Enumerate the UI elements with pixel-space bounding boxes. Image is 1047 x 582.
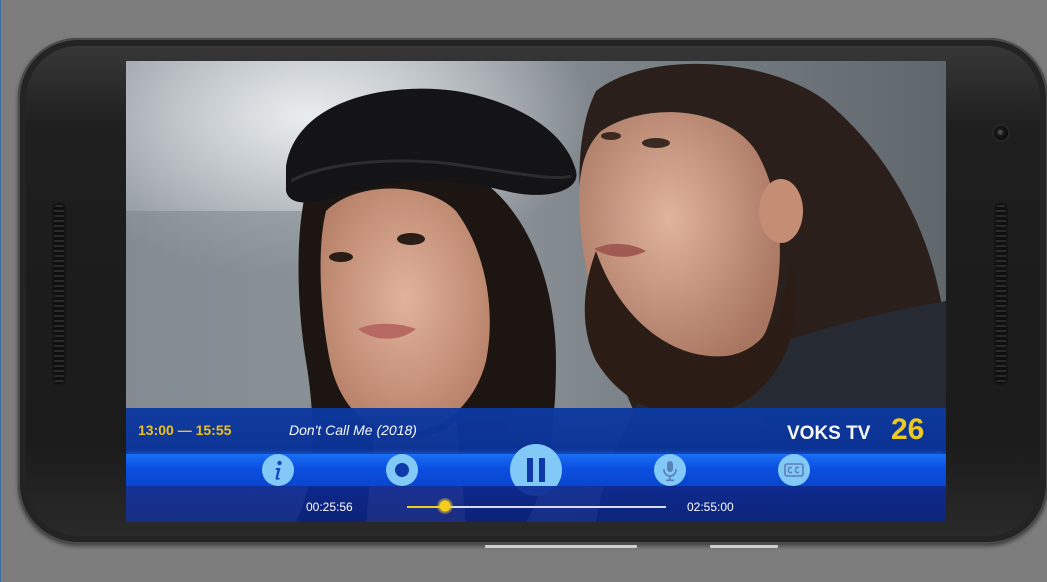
audio-button[interactable] xyxy=(654,454,686,486)
program-time-range: 13:00 — 15:55 xyxy=(138,422,232,438)
phone-side-button xyxy=(485,545,637,548)
channel-number: 26 xyxy=(891,413,925,446)
microphone-icon xyxy=(663,461,677,482)
progress-area: 00:25:56 02:55:00 xyxy=(126,486,946,522)
window-border xyxy=(0,0,1,582)
phone-side-button xyxy=(710,545,778,548)
elapsed-time: 00:25:56 xyxy=(306,500,353,514)
camera-icon xyxy=(994,126,1008,140)
speaker-grille-left xyxy=(52,202,66,386)
video-screen[interactable]: 13:00 — 15:55 Don't Call Me (2018) VOKS … xyxy=(126,61,946,522)
playback-controls xyxy=(126,444,946,496)
seek-handle[interactable] xyxy=(437,498,453,514)
channel-name: VOKS TV xyxy=(787,423,871,444)
speaker-grille-right xyxy=(994,202,1008,386)
info-button[interactable] xyxy=(262,454,294,486)
total-time: 02:55:00 xyxy=(687,500,734,514)
subtitles-button[interactable] xyxy=(778,454,810,486)
record-button[interactable] xyxy=(386,454,418,486)
cc-icon xyxy=(784,463,804,477)
record-icon xyxy=(395,463,409,477)
program-title: Don't Call Me (2018) xyxy=(289,422,417,438)
info-icon xyxy=(275,460,282,480)
